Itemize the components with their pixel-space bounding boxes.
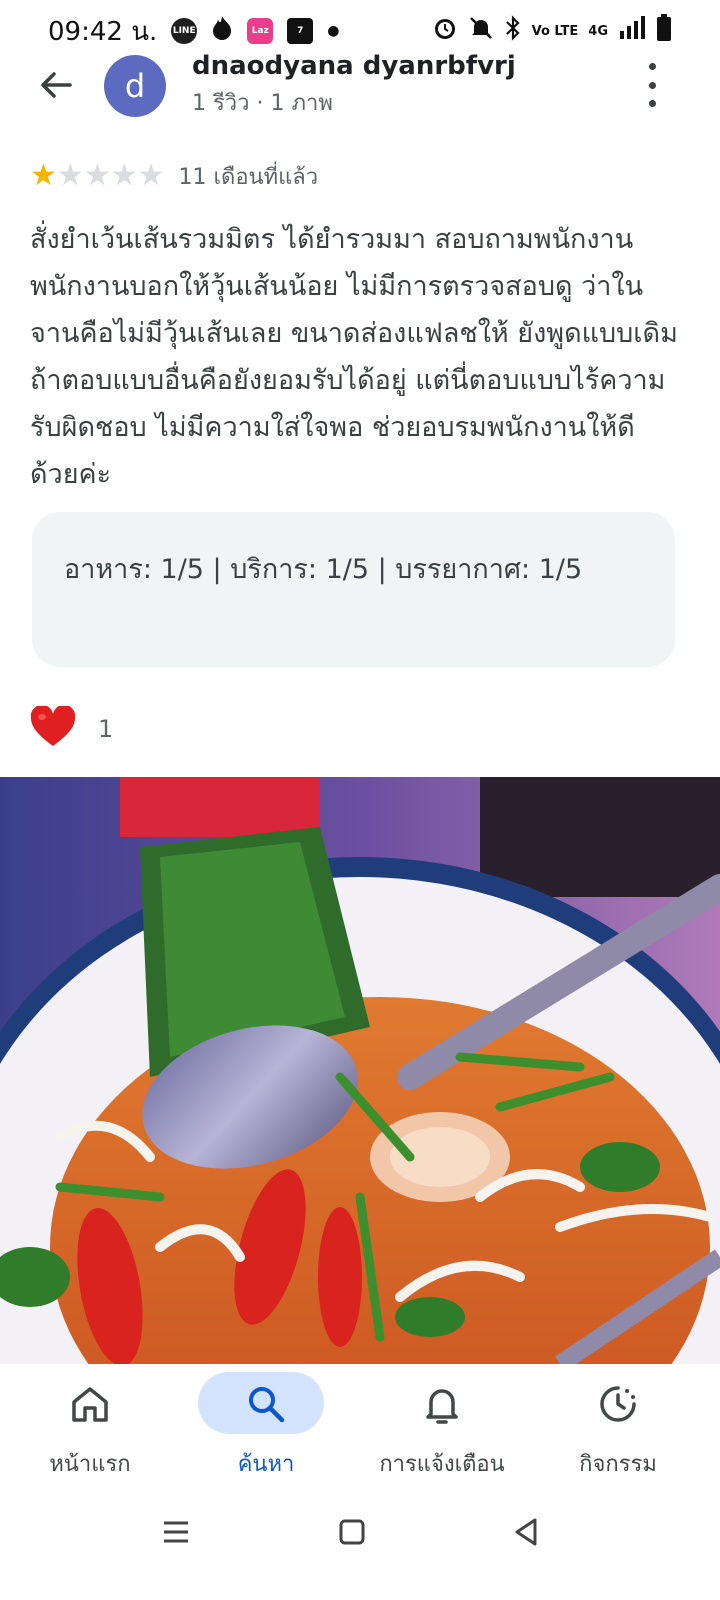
alarm-icon — [432, 15, 458, 47]
recent-apps-button[interactable] — [146, 1502, 206, 1562]
reviewer-meta: 1 รีวิว · 1 ภาพ — [192, 91, 333, 116]
bluetooth-icon — [504, 15, 522, 47]
menu-lines-icon — [164, 1521, 188, 1543]
nav-home[interactable]: หน้าแรก — [0, 1364, 180, 1482]
review-photo[interactable] — [0, 777, 720, 1364]
heart-icon — [30, 704, 76, 746]
status-time: 09:42 น. — [48, 16, 158, 47]
nav-activity-label: กิจกรรม — [579, 1452, 657, 1477]
network-type: 4G — [588, 23, 608, 39]
star-empty-icon: ★ — [56, 158, 84, 193]
system-back-button[interactable] — [496, 1502, 556, 1562]
scores-card: อาหาร: 1/5 | บริการ: 1/5 | บรรยากาศ: 1/5 — [32, 512, 675, 667]
reviewer-name[interactable]: dnaodyana dyanrbfvrj — [192, 51, 516, 81]
triangle-back-icon — [515, 1518, 537, 1546]
rating-row: ★ ★ ★ ★ ★ 11 เดือนที่แล้ว — [30, 158, 318, 194]
square-icon — [339, 1519, 365, 1545]
mute-icon — [468, 15, 494, 47]
star-empty-icon: ★ — [83, 158, 111, 193]
back-button[interactable] — [36, 65, 76, 105]
line-app-icon: LINE — [171, 18, 198, 44]
home-button[interactable] — [322, 1502, 382, 1562]
search-icon — [249, 1387, 285, 1423]
more-notifications-dot: ● — [327, 23, 340, 39]
lazada-app-icon: Laz — [247, 18, 274, 44]
avatar[interactable]: d — [104, 55, 166, 117]
review-time: 11 เดือนที่แล้ว — [178, 164, 319, 190]
seven-eleven-app-icon: 7 — [287, 18, 314, 44]
like-count: 1 — [98, 715, 114, 743]
nav-notifications-label: การแจ้งเตือน — [379, 1452, 505, 1477]
system-navigation-bar — [0, 1482, 720, 1600]
review-header: d dnaodyana dyanrbfvrj 1 รีวิว · 1 ภาพ — [0, 51, 720, 117]
nav-search[interactable]: ค้นหา — [176, 1364, 356, 1482]
more-options-icon[interactable] — [640, 63, 664, 107]
home-icon — [72, 1387, 108, 1422]
reactions: 1 — [30, 704, 114, 752]
review-text: สั่งยำเว้นเส้นรวมมิตร ได้ยำรวมมา สอบถามพ… — [30, 224, 678, 490]
food-photo-image — [0, 777, 720, 1364]
back-arrow-icon — [41, 72, 72, 98]
star-filled-icon: ★ — [30, 158, 57, 193]
scores-text: อาหาร: 1/5 | บริการ: 1/5 | บรรยากาศ: 1/5 — [64, 554, 583, 585]
nav-notifications[interactable]: การแจ้งเตือน — [352, 1364, 532, 1482]
battery-icon — [656, 14, 672, 48]
volte-indicator: Vo LTE — [531, 23, 579, 39]
nav-activity[interactable]: กิจกรรม — [528, 1364, 708, 1482]
star-empty-icon: ★ — [110, 158, 138, 193]
bottom-navigation: หน้าแรก ค้นหา การแจ้งเตือน กิจกรรม — [0, 1364, 720, 1482]
heart-reaction-button[interactable] — [30, 704, 76, 752]
activity-icon — [600, 1386, 636, 1422]
bell-icon — [426, 1389, 458, 1424]
nav-search-label: ค้นหา — [237, 1452, 295, 1477]
signal-icon — [618, 15, 646, 47]
nav-home-label: หน้าแรก — [49, 1452, 131, 1477]
star-empty-icon: ★ — [137, 158, 165, 193]
flame-icon — [211, 15, 233, 48]
